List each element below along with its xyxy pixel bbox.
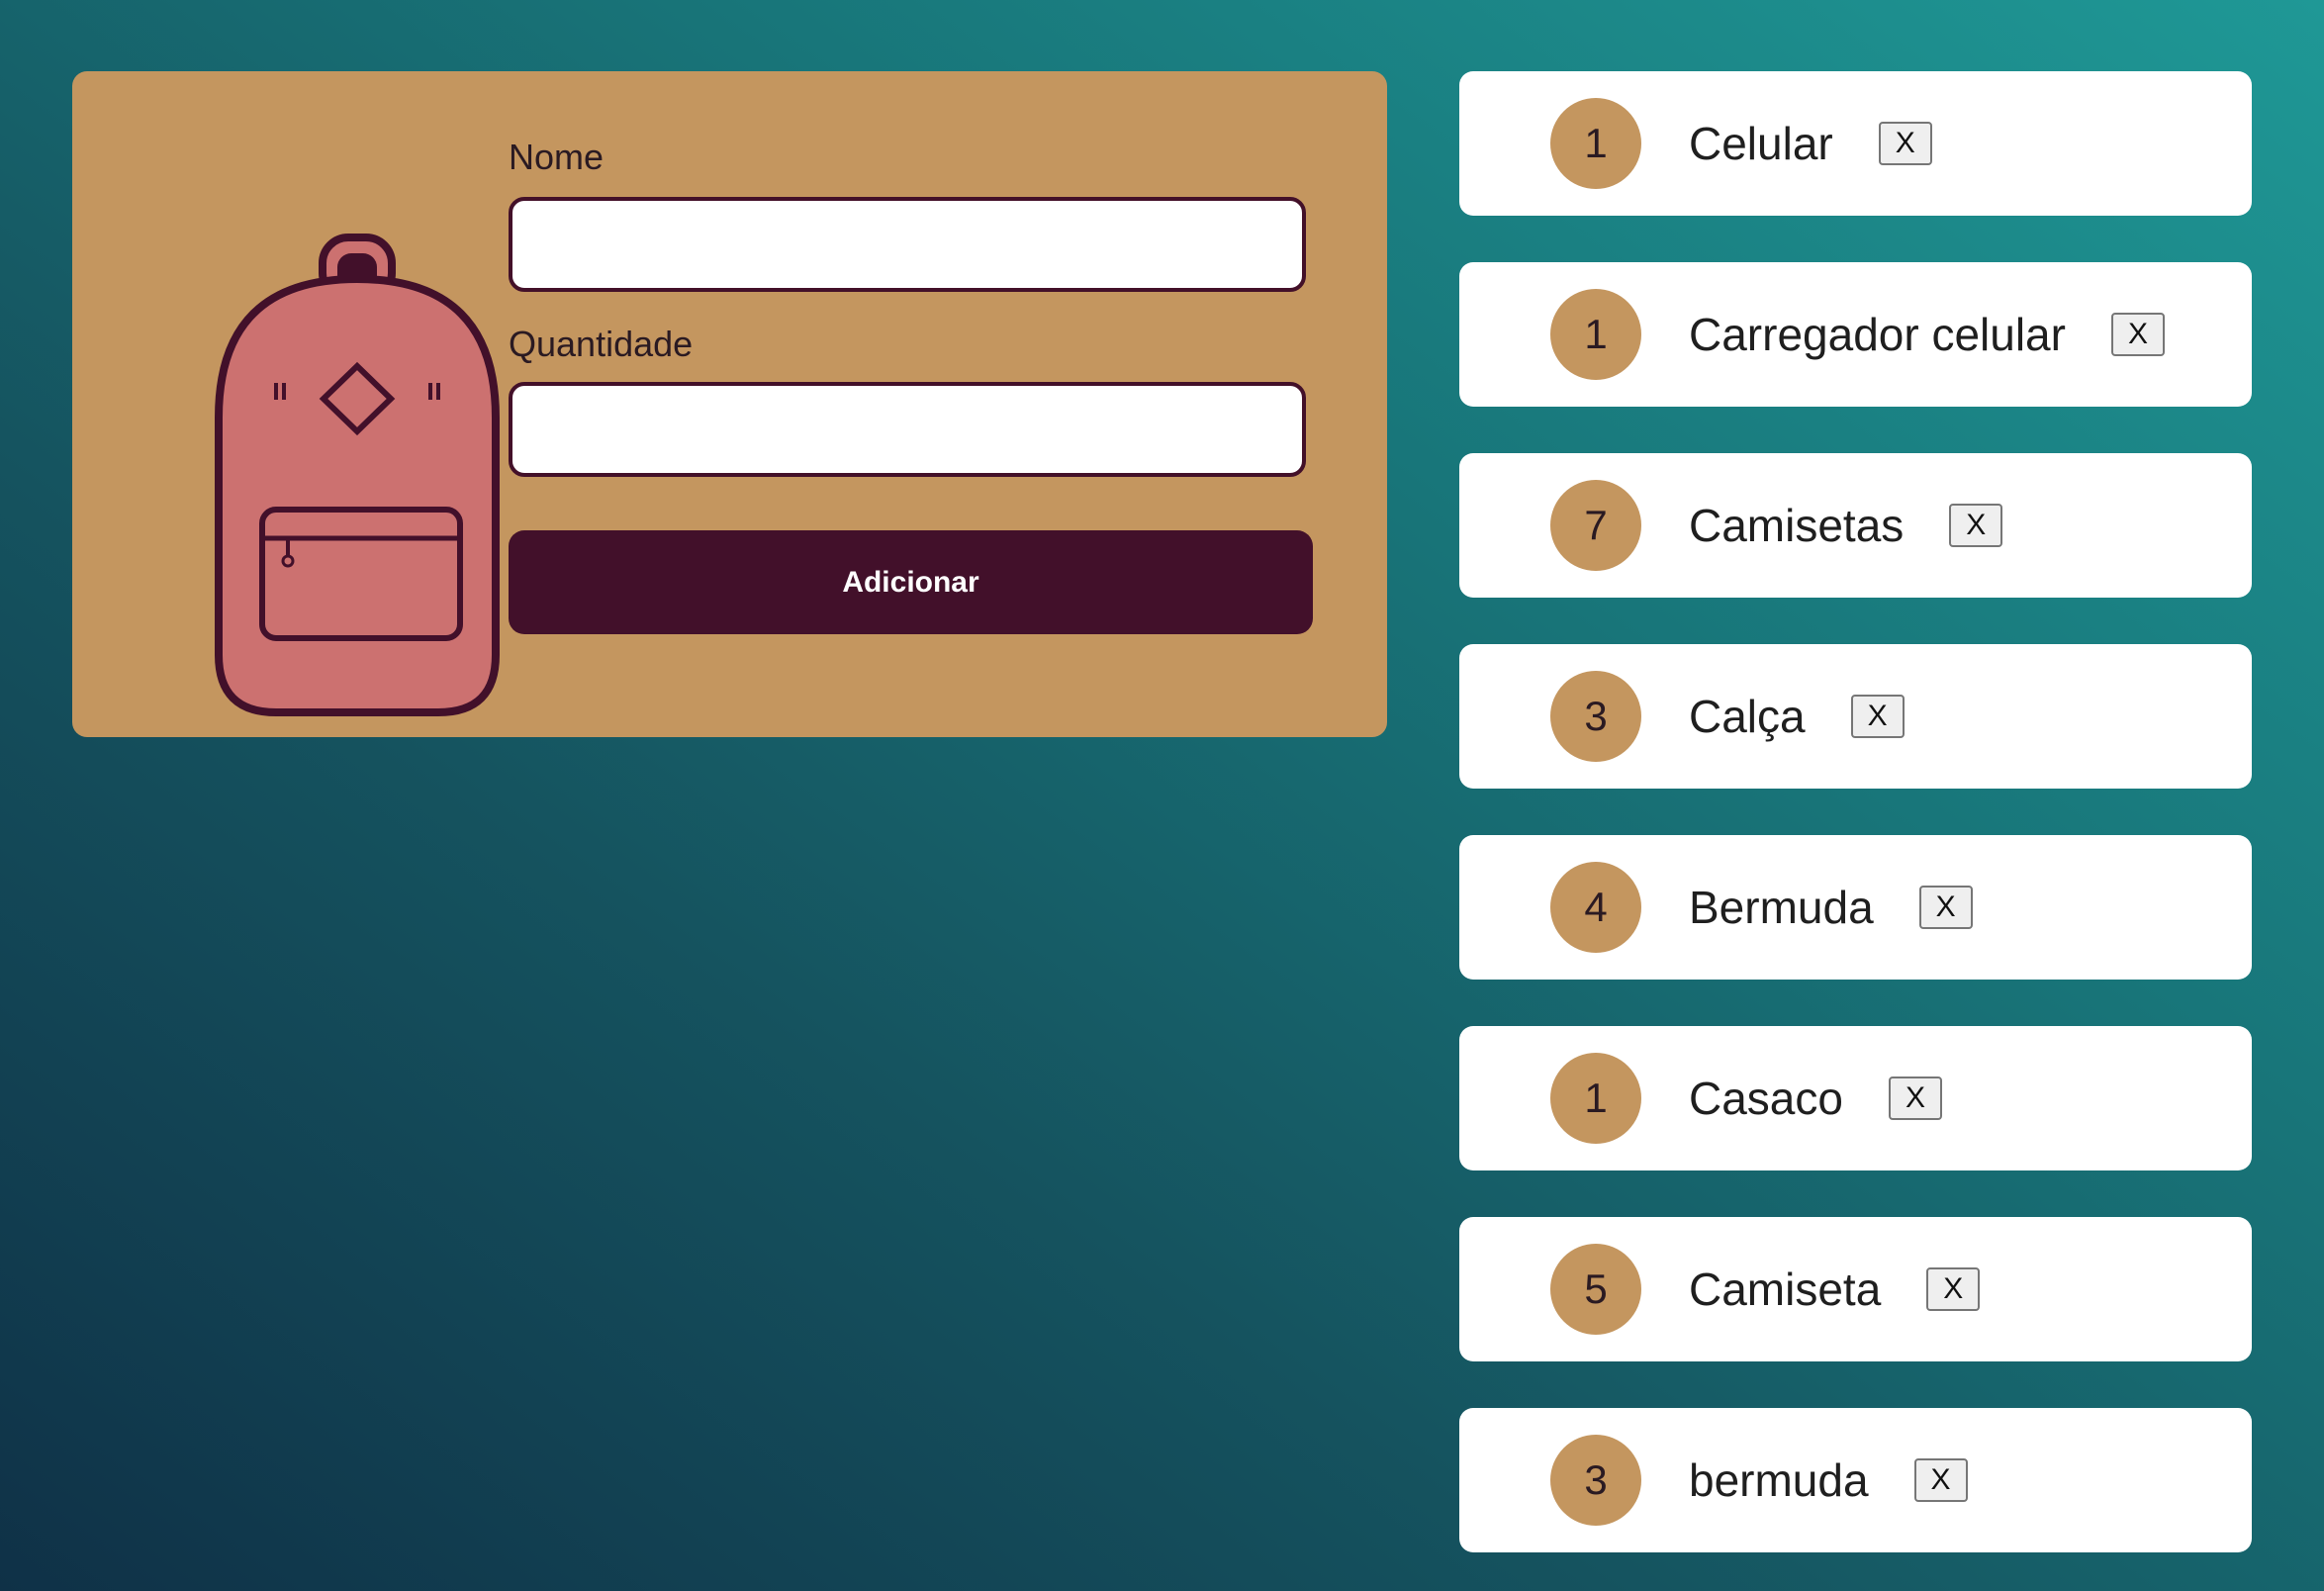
quantity-badge: 1	[1550, 289, 1641, 380]
remove-button[interactable]: X	[1918, 886, 1973, 929]
name-input[interactable]	[509, 197, 1306, 292]
add-item-form: Nome Quantidade Adicionar	[72, 71, 1387, 737]
item-name: Casaco	[1689, 1073, 1843, 1124]
backpack-icon	[215, 234, 500, 716]
list-item: 1 Carregador celular X	[1459, 262, 2252, 407]
list-item: 3 bermuda X	[1459, 1408, 2252, 1552]
item-name: Camisetas	[1689, 500, 1905, 551]
remove-button[interactable]: X	[1926, 1267, 1981, 1311]
quantity-badge: 1	[1550, 98, 1641, 189]
remove-button[interactable]: X	[1949, 504, 2003, 547]
item-name: bermuda	[1689, 1454, 1869, 1506]
list-item: 1 Celular X	[1459, 71, 2252, 216]
item-name: Camiseta	[1689, 1263, 1882, 1315]
list-item: 5 Camiseta X	[1459, 1217, 2252, 1361]
name-label: Nome	[509, 137, 604, 177]
item-name: Bermuda	[1689, 882, 1874, 933]
quantity-badge: 7	[1550, 480, 1641, 571]
remove-button[interactable]: X	[2110, 313, 2165, 356]
quantity-input[interactable]	[509, 382, 1306, 477]
quantity-badge: 1	[1550, 1053, 1641, 1144]
remove-button[interactable]: X	[1888, 1076, 1942, 1120]
list-item: 1 Casaco X	[1459, 1026, 2252, 1170]
quantity-badge: 3	[1550, 671, 1641, 762]
quantity-badge: 3	[1550, 1435, 1641, 1526]
remove-button[interactable]: X	[1878, 122, 1932, 165]
item-name: Celular	[1689, 118, 1833, 169]
remove-button[interactable]: X	[1913, 1458, 1968, 1502]
quantity-badge: 4	[1550, 862, 1641, 953]
add-button[interactable]: Adicionar	[509, 530, 1313, 634]
remove-button[interactable]: X	[1850, 695, 1905, 738]
list-item: 7 Camisetas X	[1459, 453, 2252, 598]
item-name: Carregador celular	[1689, 309, 2066, 360]
item-name: Calça	[1689, 691, 1806, 742]
quantity-badge: 5	[1550, 1244, 1641, 1335]
list-item: 4 Bermuda X	[1459, 835, 2252, 980]
list-item: 3 Calça X	[1459, 644, 2252, 789]
quantity-label: Quantidade	[509, 324, 694, 364]
